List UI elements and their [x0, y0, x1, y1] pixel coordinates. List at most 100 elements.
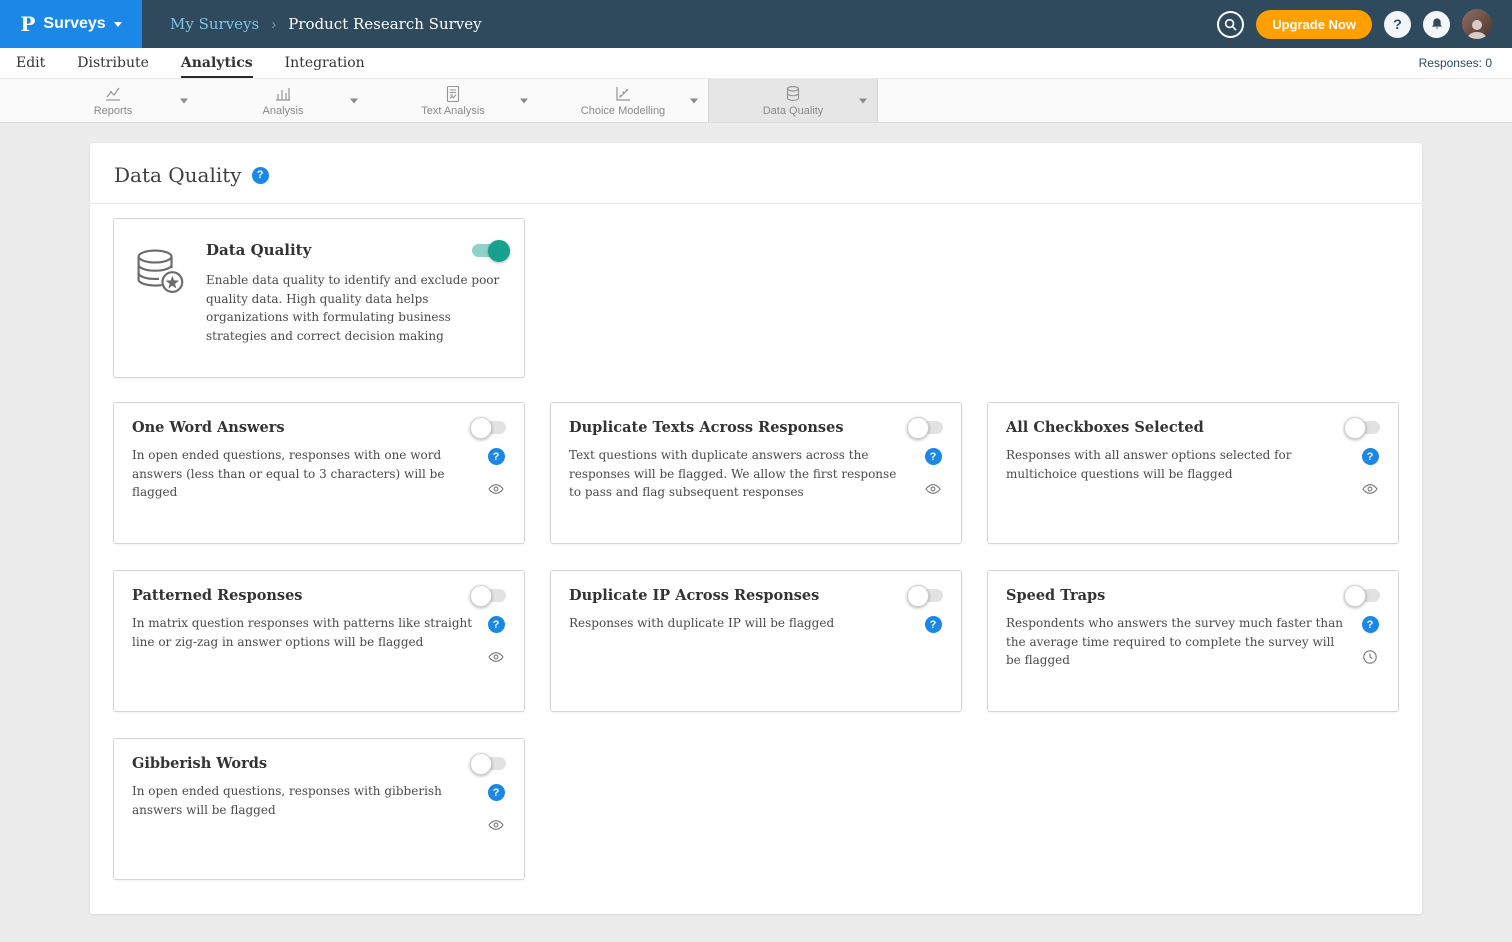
card-description: Responses with all answer options select…: [1006, 446, 1348, 497]
card-title: Patterned Responses: [132, 587, 302, 604]
notifications-bell-icon[interactable]: [1423, 11, 1450, 38]
chevron-down-icon[interactable]: [180, 98, 188, 103]
questionpro-logo-icon: P: [20, 14, 35, 34]
subnav-items: Edit Distribute Analytics Integration: [16, 48, 365, 78]
quality-check-card: Duplicate IP Across Responses Responses …: [550, 570, 962, 712]
nav-item-edit[interactable]: Edit: [16, 48, 45, 78]
cards-grid: One Word Answers In open ended questions…: [113, 402, 1399, 880]
card-toggle[interactable]: [472, 421, 506, 434]
help-icon[interactable]: [1362, 448, 1379, 465]
tab-label: Reports: [94, 105, 133, 117]
card-title: One Word Answers: [132, 419, 285, 436]
chevron-down-icon[interactable]: [859, 98, 867, 103]
help-icon[interactable]: [488, 448, 505, 465]
eye-icon[interactable]: [1362, 481, 1378, 497]
card-title: Speed Traps: [1006, 587, 1105, 604]
upgrade-now-button[interactable]: Upgrade Now: [1256, 10, 1372, 39]
brand-label: Surveys: [43, 15, 105, 33]
nav-item-integration[interactable]: Integration: [285, 48, 365, 78]
top-bar: P Surveys My Surveys Product Research Su…: [0, 0, 1512, 48]
help-icon[interactable]: [925, 616, 942, 633]
tab-label: Choice Modelling: [581, 105, 665, 117]
page-content: Data Quality: [0, 123, 1512, 942]
card-icons: [486, 782, 506, 833]
quality-check-card: Patterned Responses In matrix question r…: [113, 570, 525, 712]
card-description: Text questions with duplicate answers ac…: [569, 446, 911, 502]
card-description: In open ended questions, responses with …: [132, 446, 474, 502]
survey-subnav: Edit Distribute Analytics Integration Respo…: [0, 48, 1512, 79]
quality-check-card: Gibberish Words In open ended questions,…: [113, 738, 525, 880]
card-description: In matrix question responses with patter…: [132, 614, 474, 665]
data-quality-database-icon: [784, 85, 802, 103]
breadcrumb-separator-icon: [271, 16, 276, 33]
nav-item-analytics[interactable]: Analytics: [181, 48, 253, 78]
card-title: Duplicate Texts Across Responses: [569, 419, 843, 436]
data-quality-panel: Data Quality: [90, 143, 1422, 914]
card-description: In open ended questions, responses with …: [132, 782, 474, 833]
help-icon[interactable]: [1362, 616, 1379, 633]
card-toggle[interactable]: [1346, 589, 1380, 602]
breadcrumb-my-surveys[interactable]: My Surveys: [170, 15, 259, 33]
card-toggle[interactable]: [472, 757, 506, 770]
tab-label: Text Analysis: [421, 105, 485, 117]
card-icons: [486, 446, 506, 502]
help-icon[interactable]: [488, 616, 505, 633]
page-help-icon[interactable]: [252, 167, 269, 184]
chevron-down-icon[interactable]: [520, 98, 528, 103]
panel-body: Data Quality Enable data quality to iden…: [90, 204, 1422, 880]
card-toggle[interactable]: [1346, 421, 1380, 434]
help-circle-icon[interactable]: ?: [1384, 11, 1411, 38]
card-title: Duplicate IP Across Responses: [569, 587, 819, 604]
master-card-title: Data Quality: [206, 241, 311, 259]
eye-icon[interactable]: [488, 649, 504, 665]
card-icons: [1360, 614, 1380, 670]
card-icons: [1360, 446, 1380, 497]
chevron-down-icon[interactable]: [690, 98, 698, 103]
master-card-description: Enable data quality to identify and excl…: [206, 271, 506, 345]
tab-choice-modelling[interactable]: Choice Modelling: [538, 79, 708, 122]
card-title: Gibberish Words: [132, 755, 267, 772]
responses-count: Responses: 0: [1419, 56, 1492, 70]
quality-check-card: All Checkboxes Selected Responses with a…: [987, 402, 1399, 544]
help-icon[interactable]: [488, 784, 505, 801]
analytics-toolbar: Reports Analysis Text Analysis Choice Mo…: [0, 79, 1512, 123]
help-icon[interactable]: [925, 448, 942, 465]
card-toggle[interactable]: [909, 589, 943, 602]
card-icons: [923, 614, 943, 633]
data-quality-toggle[interactable]: [472, 244, 506, 257]
quality-check-card: Duplicate Texts Across Responses Text qu…: [550, 402, 962, 544]
tab-analysis[interactable]: Analysis: [198, 79, 368, 122]
quality-check-card: One Word Answers In open ended questions…: [113, 402, 525, 544]
clock-icon[interactable]: [1362, 649, 1378, 665]
reports-chart-icon: [104, 85, 122, 103]
tab-label: Analysis: [263, 105, 304, 117]
tab-data-quality[interactable]: Data Quality: [708, 79, 878, 122]
breadcrumb-current-survey: Product Research Survey: [288, 15, 481, 33]
master-card-content: Data Quality Enable data quality to iden…: [206, 241, 506, 359]
app-switcher-surveys[interactable]: P Surveys: [0, 0, 142, 48]
analysis-chart-icon: [274, 85, 292, 103]
panel-header: Data Quality: [90, 143, 1422, 204]
card-toggle[interactable]: [909, 421, 943, 434]
card-description: Responses with duplicate IP will be flag…: [569, 614, 911, 633]
user-avatar[interactable]: [1462, 9, 1492, 39]
card-toggle[interactable]: [472, 589, 506, 602]
eye-icon[interactable]: [488, 481, 504, 497]
eye-icon[interactable]: [925, 481, 941, 497]
header-actions: Upgrade Now ?: [1217, 9, 1512, 39]
eye-icon[interactable]: [488, 817, 504, 833]
chevron-down-icon: [114, 22, 122, 27]
tab-reports[interactable]: Reports: [28, 79, 198, 122]
page-title: Data Quality: [114, 163, 242, 187]
card-title: All Checkboxes Selected: [1006, 419, 1204, 436]
choice-modelling-icon: [614, 85, 632, 103]
nav-item-distribute[interactable]: Distribute: [77, 48, 149, 78]
tab-text-analysis[interactable]: Text Analysis: [368, 79, 538, 122]
data-quality-master-card: Data Quality Enable data quality to iden…: [113, 218, 525, 378]
search-icon[interactable]: [1217, 11, 1244, 38]
text-analysis-icon: [444, 85, 462, 103]
card-icons: [486, 614, 506, 665]
quality-check-card: Speed Traps Respondents who answers the …: [987, 570, 1399, 712]
chevron-down-icon[interactable]: [350, 98, 358, 103]
card-icons: [923, 446, 943, 502]
